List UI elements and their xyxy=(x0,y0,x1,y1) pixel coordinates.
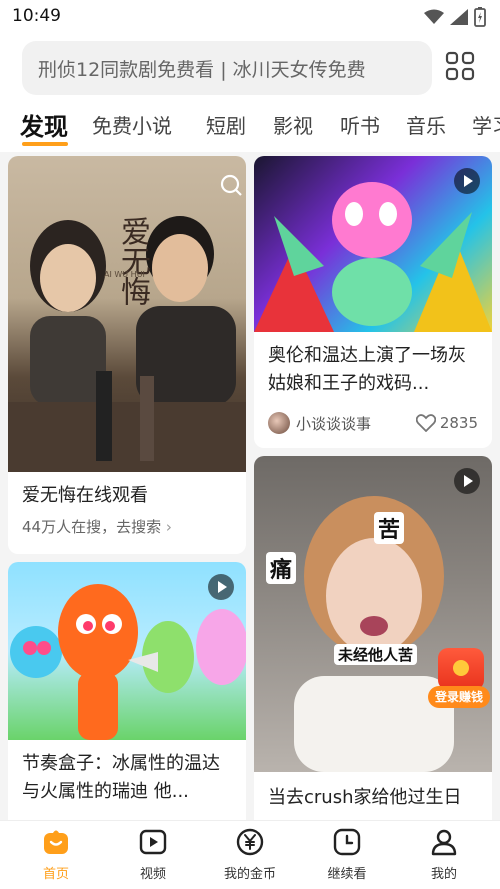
wifi-icon xyxy=(424,9,444,24)
nav-me-label: 我的 xyxy=(430,867,457,882)
nav-continue-label: 继续看 xyxy=(327,867,367,882)
video-2-thumbnail xyxy=(8,562,246,740)
apps-grid-icon[interactable] xyxy=(444,50,476,82)
video-3-caption-1: 痛 xyxy=(266,552,297,584)
video-1-author[interactable]: 小谈谈谈事 xyxy=(268,412,371,434)
play-icon xyxy=(208,574,234,600)
bottom-nav: 首页 视频 我的金币 继续看 我的 xyxy=(0,820,500,889)
status-time: 10:49 xyxy=(12,6,61,26)
search-hint: 刑侦12同款剧免费看 | 冰川天女传免费 xyxy=(38,59,366,81)
tab-free-novels[interactable]: 免费小说 xyxy=(92,110,172,139)
nav-coins-label: 我的金币 xyxy=(223,867,276,882)
like-button[interactable]: 2835 xyxy=(415,414,478,432)
status-icons xyxy=(424,7,486,27)
battery-icon xyxy=(474,7,486,27)
poster-title: 爱无悔 xyxy=(115,216,150,306)
video-3-art xyxy=(294,496,454,772)
chevron-right-icon: › xyxy=(165,518,172,536)
heart-icon xyxy=(415,414,436,432)
like-count: 2835 xyxy=(439,414,478,432)
tab-film-tv[interactable]: 影视 xyxy=(273,110,313,139)
search-box[interactable]: 刑侦12同款剧免费看 | 冰川天女传免费 xyxy=(22,41,432,95)
category-tabs: 发现 免费小说 短剧 影视 听书 音乐 学习 xyxy=(0,102,500,152)
status-bar: 10:49 xyxy=(0,0,500,36)
nav-home-label: 首页 xyxy=(42,867,69,882)
login-reward-badge[interactable]: 登录赚钱 xyxy=(428,648,490,708)
video-1-thumbnail xyxy=(254,156,492,332)
drama-search-hint: 44万人在搜，去搜索 xyxy=(22,518,162,536)
home-icon xyxy=(44,830,68,854)
video-card-1[interactable]: 奥伦和温达上演了一场灰姑娘和王子的戏码... 小谈谈谈事 2835 xyxy=(254,156,492,448)
play-icon xyxy=(454,168,480,194)
red-envelope-icon xyxy=(438,648,484,690)
video-1-title: 奥伦和温达上演了一场灰姑娘和王子的戏码... xyxy=(268,345,466,394)
feed: 爱无悔 AI WU HUI 爱无悔在线观看 44万人在搜，去搜索 › 奥伦和温达… xyxy=(0,152,500,820)
nav-me[interactable]: 我的 xyxy=(394,827,494,882)
tab-audiobooks[interactable]: 听书 xyxy=(340,110,380,139)
active-tab-indicator xyxy=(22,142,68,146)
nav-video-label: 视频 xyxy=(139,867,166,882)
yen-coin-icon xyxy=(236,828,264,856)
video-card-2[interactable]: 节奏盒子：冰属性的温达与火属性的瑞迪 他... xyxy=(8,562,246,820)
nav-continue[interactable]: 继续看 xyxy=(297,827,397,882)
nav-video[interactable]: 视频 xyxy=(103,827,203,882)
drama-poster: 爱无悔 AI WU HUI xyxy=(8,156,246,472)
signal-icon xyxy=(450,9,468,25)
login-reward-label: 登录赚钱 xyxy=(428,686,490,708)
play-icon xyxy=(454,468,480,494)
clock-icon xyxy=(333,828,361,856)
tab-music[interactable]: 音乐 xyxy=(406,110,446,139)
search-icon[interactable] xyxy=(220,174,240,194)
avatar xyxy=(268,412,290,434)
drama-card[interactable]: 爱无悔 AI WU HUI 爱无悔在线观看 44万人在搜，去搜索 › xyxy=(8,156,246,554)
drama-card-subtitle[interactable]: 44万人在搜，去搜索 › xyxy=(22,516,172,537)
drama-poster-art xyxy=(8,174,246,472)
video-play-icon xyxy=(139,829,167,855)
nav-coins[interactable]: 我的金币 xyxy=(200,827,300,882)
video-3-caption-2: 苦 xyxy=(374,512,405,544)
tab-learning[interactable]: 学习 xyxy=(472,110,500,139)
tab-discover[interactable]: 发现 xyxy=(20,107,68,142)
nav-home[interactable]: 首页 xyxy=(6,827,106,882)
search-row: 刑侦12同款剧免费看 | 冰川天女传免费 xyxy=(0,36,500,102)
video-3-caption-3: 未经他人苦 xyxy=(334,644,418,665)
video-3-title: 当去crush家给他过生日 xyxy=(268,787,462,808)
user-icon xyxy=(431,829,457,856)
video-3-thumbnail: 痛 苦 未经他人苦 xyxy=(254,456,492,772)
video-2-title: 节奏盒子：冰属性的温达与火属性的瑞迪 他... xyxy=(22,753,220,802)
video-card-3[interactable]: 痛 苦 未经他人苦 当去crush家给他过生日 xyxy=(254,456,492,820)
drama-card-title: 爱无悔在线观看 xyxy=(22,485,148,506)
tab-short-drama[interactable]: 短剧 xyxy=(206,110,246,139)
author-name: 小谈谈谈事 xyxy=(296,414,372,433)
poster-subtitle: AI WU HUI xyxy=(104,270,145,279)
